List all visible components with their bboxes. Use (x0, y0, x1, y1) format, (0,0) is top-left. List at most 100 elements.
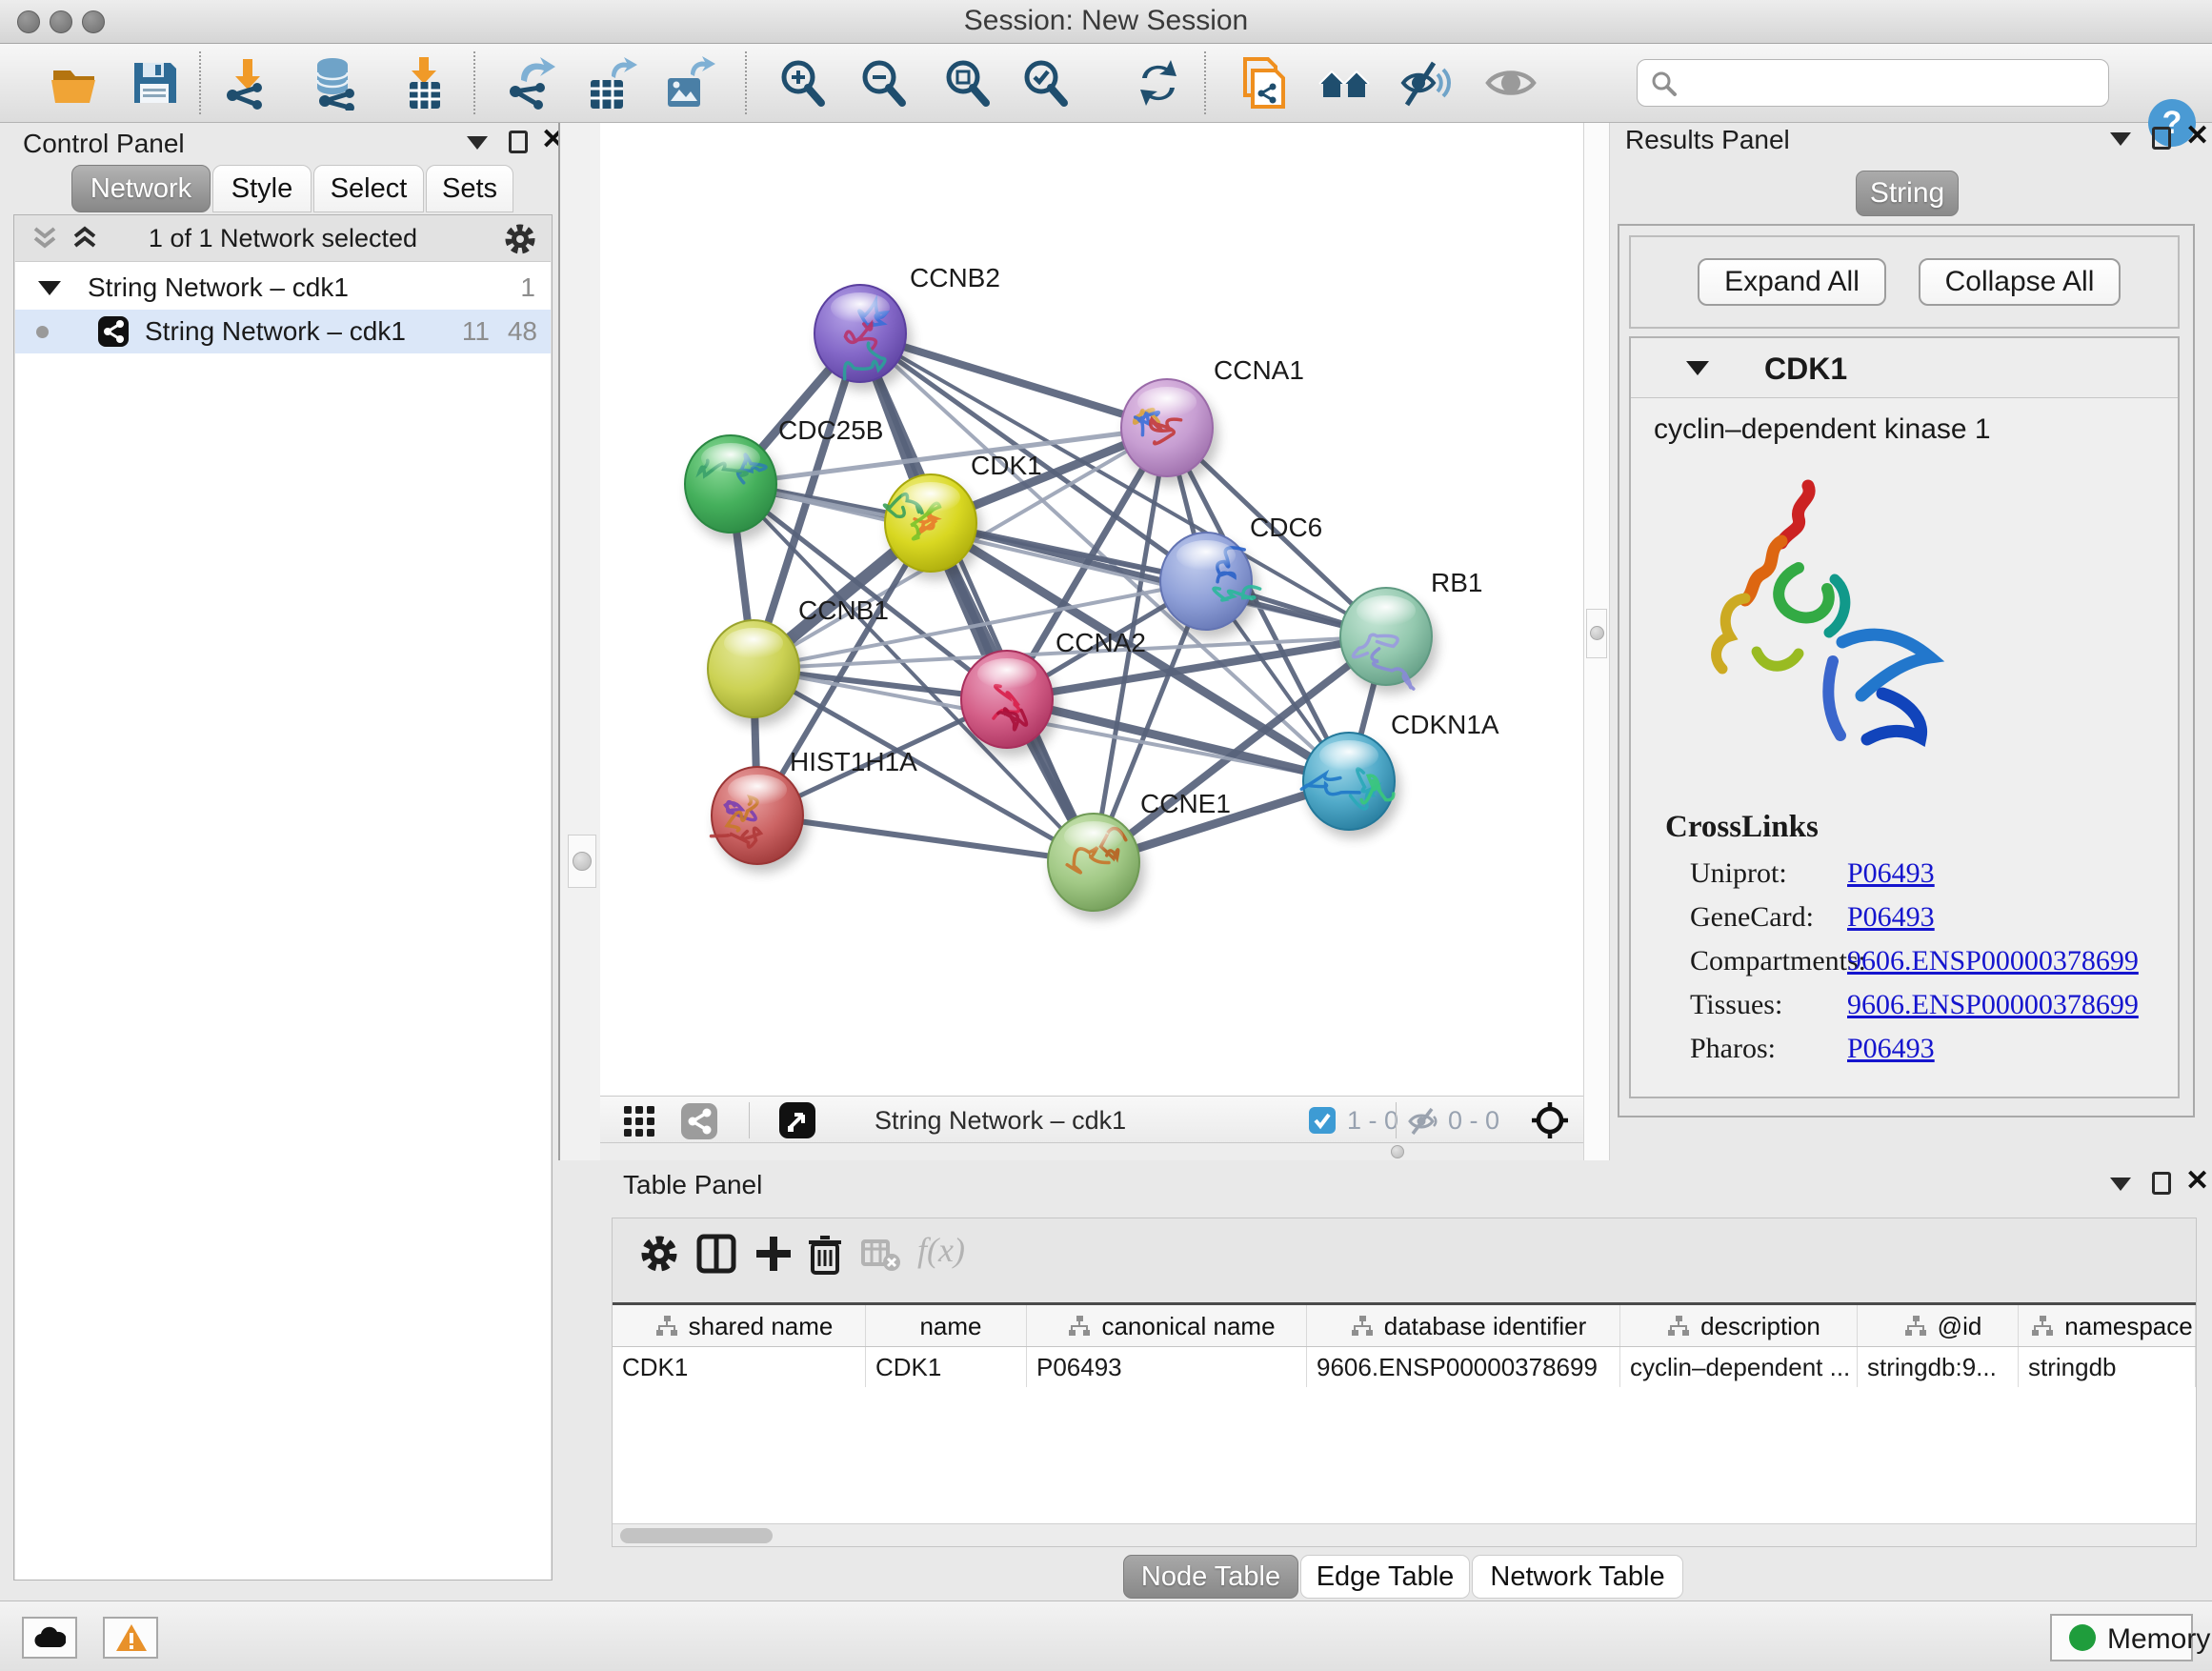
selected-checkbox-icon[interactable] (1308, 1106, 1337, 1135)
hide-selected-icon[interactable] (1398, 55, 1453, 111)
tab-style[interactable]: Style (212, 165, 312, 212)
export-image-icon[interactable] (660, 55, 715, 111)
horizontal-splitter-handle[interactable] (1391, 1145, 1404, 1158)
node-label: CCNE1 (1140, 789, 1231, 818)
network-row[interactable]: String Network – cdk1 11 48 (15, 310, 551, 353)
export-network-icon[interactable] (502, 55, 557, 111)
panel-menu-icon[interactable] (2110, 1178, 2131, 1191)
gear-icon[interactable] (502, 221, 538, 257)
scrollbar-thumb[interactable] (620, 1528, 773, 1543)
fit-selected-crosshair-icon[interactable] (1531, 1101, 1569, 1139)
table-row[interactable]: CDK1 CDK1 P06493 9606.ENSP00000378699 cy… (613, 1347, 2196, 1387)
node-label: CCNA2 (1056, 628, 1146, 657)
table-cell[interactable]: stringdb (2019, 1347, 2196, 1387)
import-network-icon[interactable] (219, 55, 274, 111)
column-header[interactable]: canonical name (1027, 1305, 1307, 1346)
network-node[interactable]: CCNA1 (1121, 355, 1304, 485)
tab-string[interactable]: String (1856, 171, 1959, 216)
tab-network[interactable]: Network (71, 165, 211, 212)
collapse-all-button[interactable]: Collapse All (1919, 258, 2121, 306)
horizontal-splitter[interactable] (600, 1143, 1583, 1160)
zoom-in-icon[interactable] (774, 55, 829, 111)
panel-menu-icon[interactable] (2110, 132, 2131, 146)
zoom-selected-icon[interactable] (1016, 55, 1072, 111)
birds-eye-view-icon[interactable] (778, 1101, 816, 1139)
panel-menu-icon[interactable] (467, 136, 488, 150)
grid-view-icon[interactable] (622, 1104, 656, 1138)
zoom-out-icon[interactable] (855, 55, 910, 111)
gene-disclosure-icon[interactable] (1686, 361, 1709, 375)
crosslink-value-link[interactable]: 9606.ENSP00000378699 (1847, 989, 2139, 1021)
crosslink-value-link[interactable]: P06493 (1847, 1033, 1935, 1065)
crosslink-value-link[interactable]: P06493 (1847, 901, 1935, 934)
left-splitter[interactable] (558, 123, 600, 1160)
network-canvas[interactable]: CCNB2CCNA1CDC25BCDK1CDC6RB1CCNB1CCNA2CDK… (600, 123, 1583, 1096)
network-node[interactable]: CCNB1 (708, 595, 889, 726)
crosslink-value-link[interactable]: 9606.ENSP00000378699 (1847, 945, 2139, 977)
panel-float-icon[interactable] (2152, 127, 2171, 150)
expand-all-icon[interactable] (70, 223, 100, 253)
network-node[interactable]: HIST1H1A (712, 747, 918, 873)
maximize-window-icon[interactable] (82, 10, 105, 33)
open-session-icon[interactable] (48, 55, 103, 111)
collection-disclosure-icon[interactable] (38, 281, 61, 295)
refresh-layout-icon[interactable] (1131, 55, 1186, 111)
expand-all-button[interactable]: Expand All (1698, 258, 1886, 306)
panel-close-icon[interactable]: ✕ (2185, 1170, 2209, 1193)
save-session-icon[interactable] (127, 55, 182, 111)
column-header[interactable]: namespace (2019, 1305, 2196, 1346)
show-all-icon[interactable] (1483, 55, 1538, 111)
table-cell[interactable]: CDK1 (613, 1347, 866, 1387)
column-header[interactable]: database identifier (1307, 1305, 1620, 1346)
tab-node-table[interactable]: Node Table (1123, 1555, 1298, 1599)
toolbar-separator (749, 1102, 750, 1138)
right-splitter-handle[interactable] (1586, 609, 1607, 658)
warnings-button[interactable] (103, 1617, 158, 1659)
left-splitter-handle[interactable] (568, 835, 596, 888)
table-cell[interactable]: 9606.ENSP00000378699 (1307, 1347, 1620, 1387)
table-cell[interactable]: CDK1 (866, 1347, 1027, 1387)
show-columns-icon[interactable] (694, 1232, 738, 1276)
zoom-fit-icon[interactable] (938, 55, 994, 111)
panel-float-icon[interactable] (509, 131, 528, 153)
crosslink-row: Pharos: P06493 (1690, 1033, 2147, 1077)
network-node[interactable]: RB1 (1340, 568, 1482, 694)
table-horizontal-scrollbar[interactable] (613, 1523, 2196, 1546)
table-cell[interactable]: stringdb:9... (1858, 1347, 2019, 1387)
table-settings-gear-icon[interactable] (637, 1232, 681, 1276)
close-window-icon[interactable] (17, 10, 40, 33)
column-header[interactable]: @id (1858, 1305, 2019, 1346)
share-document-icon[interactable] (1236, 55, 1291, 111)
import-table-icon[interactable] (396, 55, 452, 111)
import-network-from-database-icon[interactable] (308, 55, 363, 111)
tab-sets[interactable]: Sets (426, 165, 513, 212)
right-splitter[interactable] (1583, 123, 1610, 1160)
crosslink-value-link[interactable]: P06493 (1847, 857, 1935, 890)
tab-network-table[interactable]: Network Table (1472, 1555, 1683, 1599)
minimize-window-icon[interactable] (50, 10, 72, 33)
table-cell[interactable]: cyclin–dependent ... (1620, 1347, 1858, 1387)
cloud-button[interactable] (22, 1617, 77, 1659)
export-table-icon[interactable] (583, 55, 638, 111)
network-collection-row[interactable]: String Network – cdk1 1 (15, 266, 551, 310)
network-node[interactable]: CDC6 (1160, 513, 1322, 638)
tab-select[interactable]: Select (313, 165, 424, 212)
gene-card-header[interactable]: CDK1 (1631, 338, 2178, 397)
collapse-all-icon[interactable] (30, 223, 60, 253)
memory-button[interactable]: Memory (2050, 1614, 2193, 1661)
network-graph[interactable]: CCNB2CCNA1CDC25BCDK1CDC6RB1CCNB1CCNA2CDK… (600, 123, 1583, 1096)
home-icon[interactable] (1317, 55, 1372, 111)
network-node[interactable]: CDKN1A (1301, 710, 1499, 838)
network-node[interactable]: CCNE1 (1048, 789, 1231, 919)
column-header[interactable]: description (1620, 1305, 1858, 1346)
delete-column-trash-icon[interactable] (803, 1232, 847, 1276)
table-cell[interactable]: P06493 (1027, 1347, 1307, 1387)
add-column-icon[interactable] (752, 1232, 795, 1276)
column-header[interactable]: shared name (613, 1305, 866, 1346)
column-header[interactable]: name (866, 1305, 1027, 1346)
tab-edge-table[interactable]: Edge Table (1300, 1555, 1470, 1599)
panel-close-icon[interactable]: ✕ (2185, 125, 2209, 148)
search-input[interactable] (1687, 64, 2097, 102)
panel-float-icon[interactable] (2152, 1172, 2171, 1195)
network-overview-icon[interactable] (680, 1102, 718, 1140)
